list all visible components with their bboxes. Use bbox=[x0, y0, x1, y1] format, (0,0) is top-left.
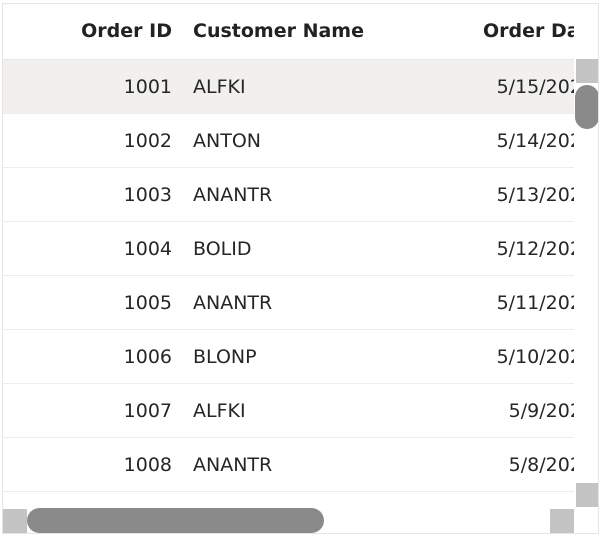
table-row[interactable]: 1007 ALFKI 5/9/2024 bbox=[2, 384, 574, 438]
cell-customer-name[interactable]: ANANTR bbox=[180, 292, 480, 314]
cell-order-id[interactable]: 1002 bbox=[2, 130, 180, 152]
cell-order-date[interactable]: 5/8/2024 bbox=[480, 454, 574, 476]
cell-order-date[interactable]: 5/11/2024 bbox=[480, 292, 574, 314]
horizontal-scrollbar-thumb[interactable] bbox=[27, 508, 324, 533]
cell-order-id[interactable]: 1004 bbox=[2, 238, 180, 260]
cell-order-date[interactable]: 5/15/2024 bbox=[480, 76, 574, 98]
cell-order-id[interactable]: 1008 bbox=[2, 454, 180, 476]
cell-order-date[interactable]: 5/13/2024 bbox=[480, 184, 574, 206]
table-row[interactable]: 1003 ANANTR 5/13/2024 bbox=[2, 168, 574, 222]
cell-order-id[interactable]: 1006 bbox=[2, 346, 180, 368]
data-grid: Order ID Customer Name Order Date 1001 A… bbox=[0, 0, 603, 536]
cell-customer-name[interactable]: ALFKI bbox=[180, 400, 480, 422]
cell-order-date[interactable]: 5/9/2024 bbox=[480, 400, 574, 422]
cell-customer-name[interactable]: BOLID bbox=[180, 238, 480, 260]
grid-header-row: Order ID Customer Name Order Date bbox=[2, 3, 574, 60]
table-row[interactable]: 1002 ANTON 5/14/2024 bbox=[2, 114, 574, 168]
cell-customer-name[interactable]: ALFKI bbox=[180, 76, 480, 98]
horizontal-scroll-right-button[interactable] bbox=[550, 509, 574, 533]
table-row[interactable]: 1004 BOLID 5/12/2024 bbox=[2, 222, 574, 276]
table-row[interactable]: 1001 ALFKI 5/15/2024 bbox=[2, 60, 574, 114]
cell-order-date[interactable]: 5/14/2024 bbox=[480, 130, 574, 152]
table-row[interactable]: 1008 ANANTR 5/8/2024 bbox=[2, 438, 574, 492]
cell-customer-name[interactable]: ANANTR bbox=[180, 454, 480, 476]
cell-order-id[interactable]: 1005 bbox=[2, 292, 180, 314]
table-row[interactable]: 1006 BLONP 5/10/2024 bbox=[2, 330, 574, 384]
cell-order-date[interactable]: 5/10/2024 bbox=[480, 346, 574, 368]
cell-customer-name[interactable]: BLONP bbox=[180, 346, 480, 368]
header-customer-name[interactable]: Customer Name bbox=[180, 20, 480, 42]
vertical-scrollbar-thumb[interactable] bbox=[575, 85, 599, 129]
cell-customer-name[interactable]: ANTON bbox=[180, 130, 480, 152]
cell-order-date[interactable]: 5/12/2024 bbox=[480, 238, 574, 260]
horizontal-scroll-left-button[interactable] bbox=[3, 509, 27, 533]
cell-order-id[interactable]: 1007 bbox=[2, 400, 180, 422]
header-order-id[interactable]: Order ID bbox=[2, 20, 180, 42]
cell-customer-name[interactable]: ANANTR bbox=[180, 184, 480, 206]
table-row[interactable]: 1005 ANANTR 5/11/2024 bbox=[2, 276, 574, 330]
grid-viewport[interactable]: Order ID Customer Name Order Date 1001 A… bbox=[2, 3, 574, 493]
vertical-scroll-down-button[interactable] bbox=[576, 483, 598, 507]
cell-order-id[interactable]: 1003 bbox=[2, 184, 180, 206]
cell-order-id[interactable]: 1001 bbox=[2, 76, 180, 98]
header-order-date[interactable]: Order Date bbox=[480, 20, 574, 42]
vertical-scroll-up-button[interactable] bbox=[576, 59, 598, 83]
